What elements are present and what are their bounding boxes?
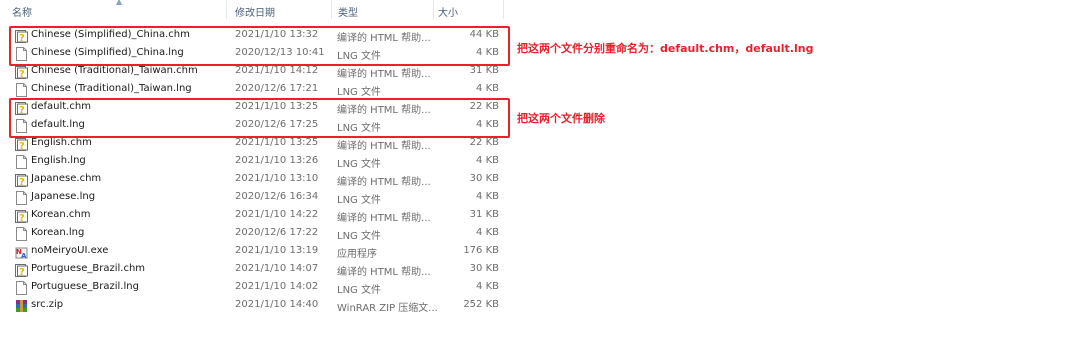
column-divider[interactable] — [226, 0, 227, 19]
file-name[interactable]: src.zip — [31, 299, 63, 310]
chm-help-file-icon: ? — [15, 209, 28, 224]
rename-annotation: 把这两个文件分别重命名为：default.chm，default.lng — [517, 42, 814, 55]
chm-help-file-icon: ? — [15, 137, 28, 152]
file-name[interactable]: English.lng — [31, 155, 86, 166]
chm-help-file-icon: ? — [15, 263, 28, 278]
file-modified-date: 2021/1/10 14:02 — [235, 281, 319, 292]
file-row[interactable]: ? Korean.chm 2021/1/10 14:22 编译的 HTML 帮助...… — [10, 206, 505, 224]
blank-file-icon — [15, 155, 28, 169]
file-modified-date: 2021/1/10 14:12 — [235, 65, 319, 76]
blank-file-icon — [15, 83, 28, 97]
file-name[interactable]: English.chm — [31, 137, 92, 148]
file-size: 252 KB — [463, 299, 499, 310]
file-name[interactable]: Japanese.lng — [31, 191, 95, 202]
column-header-date[interactable]: 修改日期 — [235, 4, 275, 19]
column-header-size[interactable]: 大小 — [438, 4, 458, 19]
svg-text:?: ? — [19, 69, 25, 79]
file-name[interactable]: Korean.lng — [31, 227, 84, 238]
blank-file-icon — [15, 227, 28, 241]
column-divider[interactable] — [503, 0, 504, 19]
file-size: 176 KB — [463, 245, 499, 256]
file-modified-date: 2020/12/6 16:34 — [235, 191, 319, 202]
chm-help-file-icon: ? — [15, 65, 28, 80]
column-divider[interactable] — [331, 0, 332, 19]
file-row[interactable]: Japanese.lng 2020/12/6 16:34 LNG 文件 4 KB — [10, 188, 505, 206]
svg-text:?: ? — [19, 177, 25, 187]
file-modified-date: 2020/12/6 17:22 — [235, 227, 319, 238]
file-row[interactable]: ? Portuguese_Brazil.chm 2021/1/10 14:07 编译的… — [10, 260, 505, 278]
chm-help-file-icon: ? — [15, 173, 28, 188]
file-name[interactable]: Portuguese_Brazil.lng — [31, 281, 139, 292]
file-type: LNG 文件 — [337, 159, 381, 170]
file-row[interactable]: N AnoMeiryoUI.exe 2021/1/10 13:19 应用程序 176 K… — [10, 242, 505, 260]
column-header-bar: ▲ 名称 修改日期 类型 大小 — [0, 0, 505, 19]
exe-app-icon: NA — [15, 245, 28, 260]
file-row[interactable]: English.lng 2021/1/10 13:26 LNG 文件 4 KB — [10, 152, 505, 170]
column-header-type[interactable]: 类型 — [338, 4, 358, 19]
file-size: 22 KB — [469, 137, 499, 148]
file-name[interactable]: Chinese (Traditional)_Taiwan.lng — [31, 83, 192, 94]
file-modified-date: 2021/1/10 14:40 — [235, 299, 319, 310]
file-type: 编译的 HTML 帮助... — [337, 177, 431, 188]
file-type: 编译的 HTML 帮助... — [337, 213, 431, 224]
rename-highlight-box — [9, 26, 510, 66]
file-size: 31 KB — [469, 65, 499, 76]
blank-file-icon — [15, 191, 28, 205]
file-modified-date: 2021/1/10 14:07 — [235, 263, 319, 274]
file-row[interactable]: ? Japanese.chm 2021/1/10 13:10 编译的 HTML 帮助.… — [10, 170, 505, 188]
file-type: LNG 文件 — [337, 285, 381, 296]
file-row[interactable]: Korean.lng 2020/12/6 17:22 LNG 文件 4 KB — [10, 224, 505, 242]
file-size: 4 KB — [476, 227, 499, 238]
file-name[interactable]: Korean.chm — [31, 209, 90, 220]
file-modified-date: 2021/1/10 13:19 — [235, 245, 319, 256]
file-size: 4 KB — [476, 281, 499, 292]
winrar-archive-icon — [15, 299, 28, 313]
svg-text:?: ? — [19, 213, 25, 223]
sort-up-arrow-icon: ▲ — [116, 0, 123, 6]
file-name[interactable]: Portuguese_Brazil.chm — [31, 263, 145, 274]
file-row[interactable]: src.zip 2021/1/10 14:40 WinRAR ZIP 压缩文... 2… — [10, 296, 505, 314]
svg-text:?: ? — [19, 141, 25, 151]
file-modified-date: 2021/1/10 13:26 — [235, 155, 319, 166]
column-header-name[interactable]: 名称 — [12, 4, 32, 19]
file-size: 31 KB — [469, 209, 499, 220]
file-name[interactable]: noMeiryoUI.exe — [31, 245, 108, 256]
file-type: WinRAR ZIP 压缩文... — [337, 303, 438, 314]
file-size: 4 KB — [476, 155, 499, 166]
file-type: 编译的 HTML 帮助... — [337, 267, 431, 278]
file-name[interactable]: Japanese.chm — [31, 173, 101, 184]
file-name[interactable]: Chinese (Traditional)_Taiwan.chm — [31, 65, 198, 76]
file-size: 4 KB — [476, 191, 499, 202]
file-modified-date: 2021/1/10 13:25 — [235, 137, 319, 148]
delete-highlight-box — [9, 98, 510, 138]
file-row[interactable]: Chinese (Traditional)_Taiwan.lng 2020/12/… — [10, 80, 505, 98]
file-type: LNG 文件 — [337, 195, 381, 206]
file-type: 编译的 HTML 帮助... — [337, 141, 431, 152]
file-size: 4 KB — [476, 83, 499, 94]
file-type: 编译的 HTML 帮助... — [337, 69, 431, 80]
file-modified-date: 2020/12/6 17:21 — [235, 83, 319, 94]
file-type: LNG 文件 — [337, 231, 381, 242]
column-divider[interactable] — [433, 0, 434, 19]
svg-text:A: A — [21, 252, 27, 259]
blank-file-icon — [15, 281, 28, 295]
file-modified-date: 2021/1/10 13:10 — [235, 173, 319, 184]
file-type: 应用程序 — [337, 249, 377, 260]
svg-text:?: ? — [19, 267, 25, 277]
file-row[interactable]: Portuguese_Brazil.lng 2021/1/10 14:02 LNG … — [10, 278, 505, 296]
file-size: 30 KB — [469, 263, 499, 274]
file-modified-date: 2021/1/10 14:22 — [235, 209, 319, 220]
file-type: LNG 文件 — [337, 87, 381, 98]
file-size: 30 KB — [469, 173, 499, 184]
delete-annotation: 把这两个文件删除 — [517, 112, 605, 125]
